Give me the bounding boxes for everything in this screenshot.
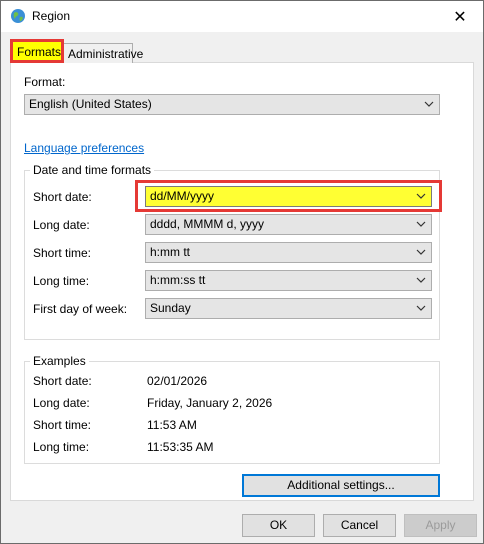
format-value: English (United States)	[29, 97, 152, 111]
long-date-label: Long date:	[33, 218, 90, 232]
examples-title: Examples	[30, 354, 89, 368]
format-select[interactable]: English (United States)	[24, 94, 440, 115]
chevron-down-icon	[423, 95, 435, 114]
example-long-date-value: Friday, January 2, 2026	[147, 396, 273, 410]
chevron-down-icon	[415, 243, 427, 262]
example-long-time-value: 11:53:35 AM	[147, 440, 214, 454]
first-day-of-week-select[interactable]: Sunday	[145, 298, 432, 319]
chevron-down-icon	[415, 271, 427, 290]
long-date-value: dddd, MMMM d, yyyy	[150, 217, 265, 231]
short-date-label: Short date:	[33, 190, 92, 204]
tab-administrative[interactable]: Administrative	[63, 43, 143, 63]
globe-icon	[10, 8, 26, 24]
first-day-of-week-value: Sunday	[150, 301, 191, 315]
apply-button[interactable]: Apply	[404, 514, 477, 537]
short-time-value: h:mm tt	[150, 245, 191, 259]
example-long-date-label: Long date:	[33, 396, 90, 410]
example-short-date-value: 02/01/2026	[147, 374, 208, 388]
short-date-value: dd/MM/yyyy	[150, 189, 215, 203]
ok-button[interactable]: OK	[242, 514, 315, 537]
short-time-select[interactable]: h:mm tt	[145, 242, 432, 263]
tab-formats[interactable]: Formats	[10, 39, 64, 63]
close-icon[interactable]: ✕	[437, 1, 483, 32]
additional-settings-button[interactable]: Additional settings...	[242, 474, 440, 497]
short-date-select[interactable]: dd/MM/yyyy	[145, 186, 432, 207]
chevron-down-icon	[415, 187, 427, 206]
example-short-time-label: Short time:	[33, 418, 92, 432]
long-time-label: Long time:	[33, 274, 90, 288]
long-date-select[interactable]: dddd, MMMM d, yyyy	[145, 214, 432, 235]
short-time-label: Short time:	[33, 246, 92, 260]
chevron-down-icon	[415, 299, 427, 318]
cancel-button[interactable]: Cancel	[323, 514, 396, 537]
format-label: Format:	[24, 75, 66, 89]
date-time-formats-title: Date and time formats	[30, 163, 155, 177]
example-long-time-label: Long time:	[33, 440, 90, 454]
window-title: Region	[32, 9, 71, 23]
title-bar: Region ✕	[1, 1, 483, 32]
example-short-time-value: 11:53 AM	[147, 418, 197, 432]
language-preferences-link[interactable]: Language preferences	[24, 141, 144, 155]
region-dialog: Region ✕ Administrative Formats Format: …	[0, 0, 484, 544]
chevron-down-icon	[415, 215, 427, 234]
long-time-value: h:mm:ss tt	[150, 273, 206, 287]
first-day-of-week-label: First day of week:	[33, 302, 128, 316]
example-short-date-label: Short date:	[33, 374, 92, 388]
long-time-select[interactable]: h:mm:ss tt	[145, 270, 432, 291]
